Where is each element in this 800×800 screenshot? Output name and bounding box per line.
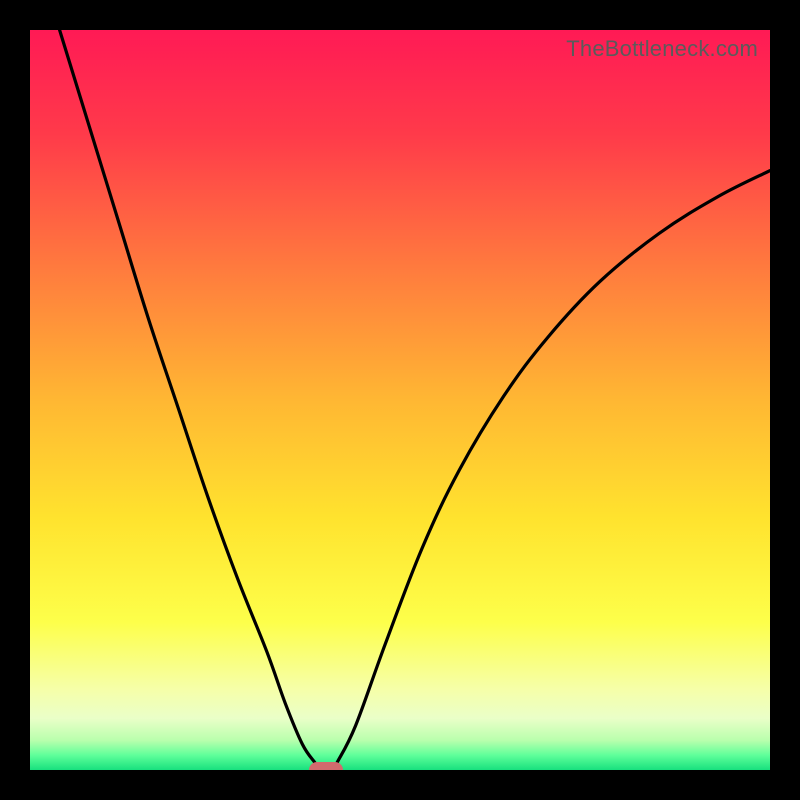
curve-plot (30, 30, 770, 770)
plot-area: TheBottleneck.com (30, 30, 770, 770)
curve-left-branch (60, 30, 315, 763)
curve-right-branch (337, 171, 770, 763)
bottleneck-marker (309, 762, 342, 770)
outer-frame: TheBottleneck.com (0, 0, 800, 800)
